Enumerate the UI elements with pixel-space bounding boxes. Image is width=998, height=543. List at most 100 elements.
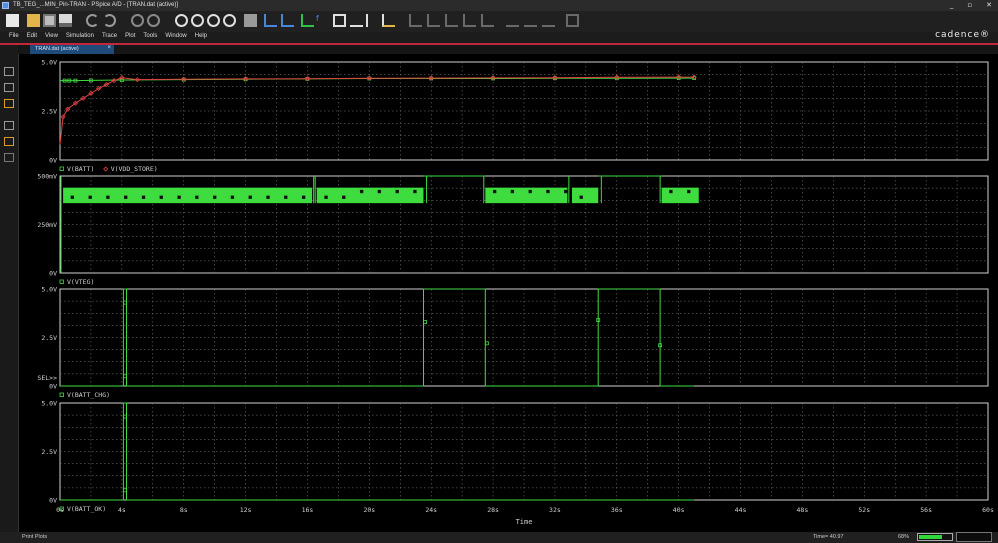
zoom-out-icon[interactable] (191, 14, 204, 27)
panel-document-icon[interactable] (4, 67, 14, 76)
waveform-plot-area[interactable]: 5.0V 2.5V 0V V(BATT) V(VDD_STORE) 500mV 250mV 0… (18, 54, 998, 532)
cursor-prev-transition-icon[interactable] (542, 14, 555, 27)
x-tick-label: 56s (920, 506, 932, 514)
x-tick-label: 32s (549, 506, 561, 514)
zoom-area-icon[interactable] (207, 14, 220, 27)
cadence-logo: cadence® (935, 30, 990, 40)
cursor-trough-icon[interactable] (409, 14, 422, 27)
new-icon[interactable] (6, 14, 19, 27)
legend-marker-0 (59, 392, 64, 397)
menu-trace[interactable]: Trace (102, 33, 117, 39)
document-tab-bar: TRAN.dat (active) × (18, 45, 998, 54)
series-v-vdd-store--line (59, 76, 695, 145)
x-axis-label: Time (516, 518, 533, 526)
add-trace-icon[interactable] (301, 14, 314, 27)
series-v-vteg--marker (106, 195, 110, 199)
status-time: Time= 40.97 (813, 534, 844, 540)
cursor-search-icon[interactable] (506, 14, 519, 27)
panel-output-icon[interactable] (4, 83, 14, 92)
panel-probe-icon[interactable] (4, 137, 14, 146)
menu-view[interactable]: View (45, 33, 58, 39)
tab-tran-dat[interactable]: TRAN.dat (active) × (30, 45, 114, 54)
menu-simulation[interactable]: Simulation (66, 33, 94, 39)
plot-1-ytick-label: 500mV (37, 173, 57, 181)
series-v-vteg--marker (177, 195, 181, 199)
stop-simulation-icon[interactable] (147, 14, 160, 27)
series-v-vteg--marker (564, 189, 568, 194)
series-v-vteg--marker (528, 189, 532, 194)
cursor-slope-icon[interactable] (427, 14, 440, 27)
zoom-fit-icon[interactable] (223, 14, 236, 27)
print-icon[interactable] (59, 14, 72, 27)
redo-icon[interactable] (103, 14, 116, 27)
simulation-progress-bar (917, 533, 953, 541)
mark-label-icon[interactable] (566, 14, 579, 27)
series-v-vteg--marker (669, 189, 673, 194)
progress-fill (919, 535, 943, 539)
axis-settings-y-icon[interactable] (281, 14, 294, 27)
series-v-vteg--band (316, 187, 424, 204)
plot-0-ytick-label: 0V (49, 157, 57, 165)
save-icon[interactable] (43, 14, 56, 27)
sel-cursor-label: SEL>> (37, 374, 57, 382)
menu-window[interactable]: Window (165, 33, 186, 39)
cursor-max-icon[interactable] (463, 14, 476, 27)
x-tick-label: 40s (673, 506, 685, 514)
plot-2-ytick-label: 0V (49, 383, 57, 391)
undo-icon[interactable] (86, 14, 99, 27)
series-v-vteg--marker (213, 195, 217, 199)
x-tick-label: 44s (735, 506, 747, 514)
x-tick-label: 36s (611, 506, 623, 514)
x-tick-label: 12s (240, 506, 252, 514)
cursor-min-icon[interactable] (445, 14, 458, 27)
menu-edit[interactable]: Edit (27, 33, 37, 39)
x-tick-label: 28s (487, 506, 499, 514)
series-v-vteg--marker (377, 189, 382, 194)
series-v-vteg--marker (687, 189, 691, 194)
legend-marker-0 (59, 279, 64, 284)
series-v-vteg--marker (284, 195, 288, 199)
x-tick-label: 24s (425, 506, 437, 514)
menu-tools[interactable]: Tools (143, 33, 157, 39)
status-message: Print Plots (22, 534, 48, 540)
series-v-vteg--marker (510, 189, 515, 194)
x-tick-label: 4s (118, 506, 126, 514)
series-v-vteg--marker (359, 189, 364, 194)
tab-close-icon[interactable]: × (107, 45, 111, 51)
trace-expression-icon[interactable]: f (316, 14, 329, 27)
cursor-peak-icon[interactable] (382, 14, 395, 27)
window-title: TB_TEG_...MIN_Pin-TRAN - PSpice A/D - [T… (13, 2, 179, 8)
series-v-vteg--band (485, 187, 568, 204)
panel-measure-icon[interactable] (4, 99, 14, 108)
menu-file[interactable]: File (9, 33, 19, 39)
cursor-next-transition-icon[interactable] (524, 14, 537, 27)
text-label-icon[interactable] (333, 14, 346, 27)
series-v-vteg--band (63, 187, 313, 204)
minimize-button[interactable]: _ (950, 1, 954, 9)
select-pointer-icon[interactable] (366, 14, 379, 27)
axis-settings-x-icon[interactable] (264, 14, 277, 27)
series-v-vteg--marker (324, 195, 328, 199)
toggle-cursor-icon[interactable] (350, 14, 363, 27)
x-tick-label: 60s (982, 506, 994, 514)
restore-button[interactable]: ▫ (967, 1, 972, 9)
plot-1-ytick-label: 250mV (37, 221, 57, 229)
open-folder-icon[interactable] (27, 14, 40, 27)
status-bar: Print Plots Time= 40.97 68% (0, 532, 998, 543)
pause-simulation-icon[interactable] (131, 14, 144, 27)
series-v-vteg--marker (546, 189, 550, 194)
panel-settings-icon[interactable] (4, 153, 14, 162)
menu-plot[interactable]: Plot (125, 33, 135, 39)
series-v-vteg--marker (413, 189, 417, 194)
zoom-in-icon[interactable] (175, 14, 188, 27)
plot-0-legend-0: V(BATT) (67, 165, 94, 173)
log-x-axis-icon[interactable] (244, 14, 257, 27)
panel-layers-icon[interactable] (4, 121, 14, 130)
menu-help[interactable]: Help (195, 33, 207, 39)
cursor-point-icon[interactable] (481, 14, 494, 27)
mini-waveform-icon (956, 532, 992, 542)
close-button[interactable]: ✕ (986, 1, 992, 9)
series-v-vteg--marker (395, 189, 399, 194)
series-v-vteg--marker (88, 195, 92, 199)
plot-0-ytick-label: 5.0V (41, 59, 57, 67)
